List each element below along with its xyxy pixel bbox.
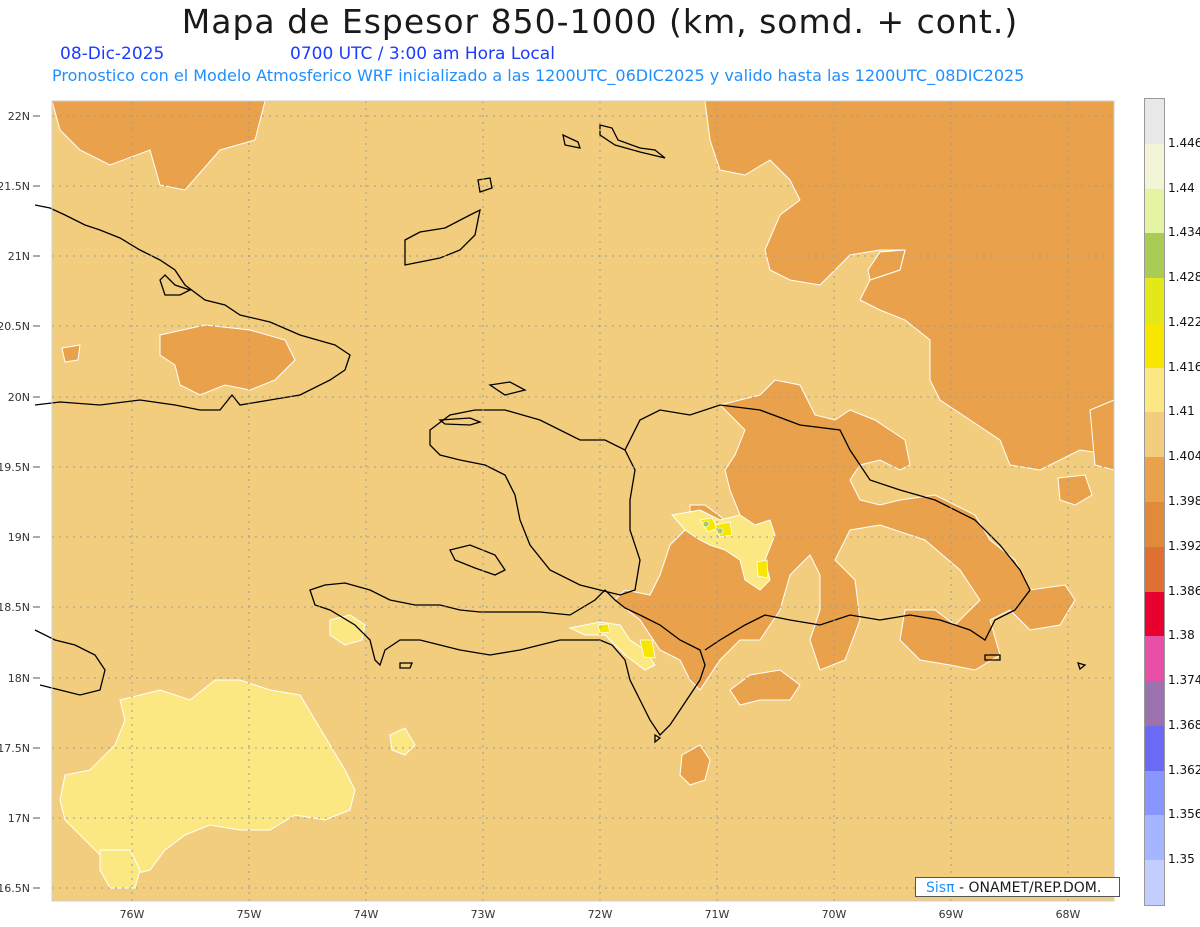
legend-label: 1.368 bbox=[1168, 717, 1200, 732]
legend-swatch bbox=[1145, 99, 1164, 145]
lat-label: 20N bbox=[8, 391, 30, 404]
lat-label: 21N bbox=[8, 250, 30, 263]
lon-label: 73W bbox=[471, 908, 496, 921]
color-legend bbox=[1144, 98, 1165, 906]
legend-swatch bbox=[1145, 457, 1164, 503]
legend-label: 1.362 bbox=[1168, 762, 1200, 777]
lon-label: 74W bbox=[354, 908, 379, 921]
orange-zone-cuba-small bbox=[61, 344, 81, 363]
lat-ticks bbox=[33, 115, 40, 889]
lat-label: 20.5N bbox=[0, 320, 30, 333]
legend-swatch bbox=[1145, 188, 1164, 234]
spot-3 bbox=[756, 559, 769, 579]
legend-label: 1.356 bbox=[1168, 807, 1200, 822]
green-spot-1 bbox=[702, 520, 710, 528]
legend-swatch bbox=[1145, 278, 1164, 324]
credit-brand: Sisπ bbox=[926, 880, 955, 896]
spot-5 bbox=[597, 623, 611, 634]
lon-label: 76W bbox=[120, 908, 145, 921]
legend-label: 1.428 bbox=[1168, 270, 1200, 285]
lon-label: 72W bbox=[588, 908, 613, 921]
legend-swatch bbox=[1145, 815, 1164, 861]
legend-swatch bbox=[1145, 681, 1164, 727]
lat-label: 17.5N bbox=[0, 742, 30, 755]
legend-swatch bbox=[1145, 233, 1164, 279]
lat-label: 18N bbox=[8, 672, 30, 685]
legend-label: 1.392 bbox=[1168, 538, 1200, 553]
legend-swatch bbox=[1145, 502, 1164, 548]
lat-label: 18.5N bbox=[0, 601, 30, 614]
legend-label: 1.386 bbox=[1168, 583, 1200, 598]
legend-label: 1.416 bbox=[1168, 359, 1200, 374]
lat-label: 16.5N bbox=[0, 882, 30, 895]
lat-label: 19N bbox=[8, 531, 30, 544]
legend-swatch bbox=[1145, 322, 1164, 369]
legend-swatch bbox=[1145, 412, 1164, 458]
thickness-map: 22N 21.5N 21N 20.5N 20N 19.5N 19N 18.5N … bbox=[0, 100, 1115, 921]
legend-label: 1.44 bbox=[1168, 180, 1195, 195]
lon-label: 70W bbox=[822, 908, 847, 921]
legend-label: 1.38 bbox=[1168, 628, 1195, 643]
lat-label: 22N bbox=[8, 110, 30, 123]
credit-box: Sisπ - ONAMET/REP.DOM. bbox=[915, 877, 1120, 897]
legend-label: 1.41 bbox=[1168, 404, 1195, 419]
legend-swatch bbox=[1145, 591, 1164, 637]
lon-label: 69W bbox=[939, 908, 964, 921]
legend-swatch bbox=[1145, 546, 1164, 593]
legend-swatch bbox=[1145, 770, 1164, 816]
lon-label: 75W bbox=[237, 908, 262, 921]
lat-label: 21.5N bbox=[0, 180, 30, 193]
legend-label: 1.422 bbox=[1168, 314, 1200, 329]
legend-label: 1.374 bbox=[1168, 673, 1200, 688]
legend-swatch bbox=[1145, 143, 1164, 190]
lat-labels: 22N 21.5N 21N 20.5N 20N 19.5N 19N 18.5N … bbox=[0, 110, 30, 895]
legend-swatch bbox=[1145, 860, 1164, 906]
legend-label: 1.404 bbox=[1168, 449, 1200, 464]
lon-labels: 76W 75W 74W 73W 72W 71W 70W 69W 68W bbox=[120, 908, 1081, 921]
legend-swatch bbox=[1145, 725, 1164, 772]
lat-label: 19.5N bbox=[0, 461, 30, 474]
legend-swatch bbox=[1145, 636, 1164, 682]
credit-text: - ONAMET/REP.DOM. bbox=[954, 880, 1102, 896]
legend-label: 1.446 bbox=[1168, 135, 1200, 150]
lon-label: 71W bbox=[705, 908, 730, 921]
legend-swatch bbox=[1145, 367, 1164, 413]
legend-label: 1.434 bbox=[1168, 225, 1200, 240]
lat-label: 17N bbox=[8, 812, 30, 825]
lon-label: 68W bbox=[1056, 908, 1081, 921]
green-spot-2 bbox=[716, 527, 724, 535]
legend-label: 1.35 bbox=[1168, 852, 1195, 867]
legend-label: 1.398 bbox=[1168, 494, 1200, 508]
